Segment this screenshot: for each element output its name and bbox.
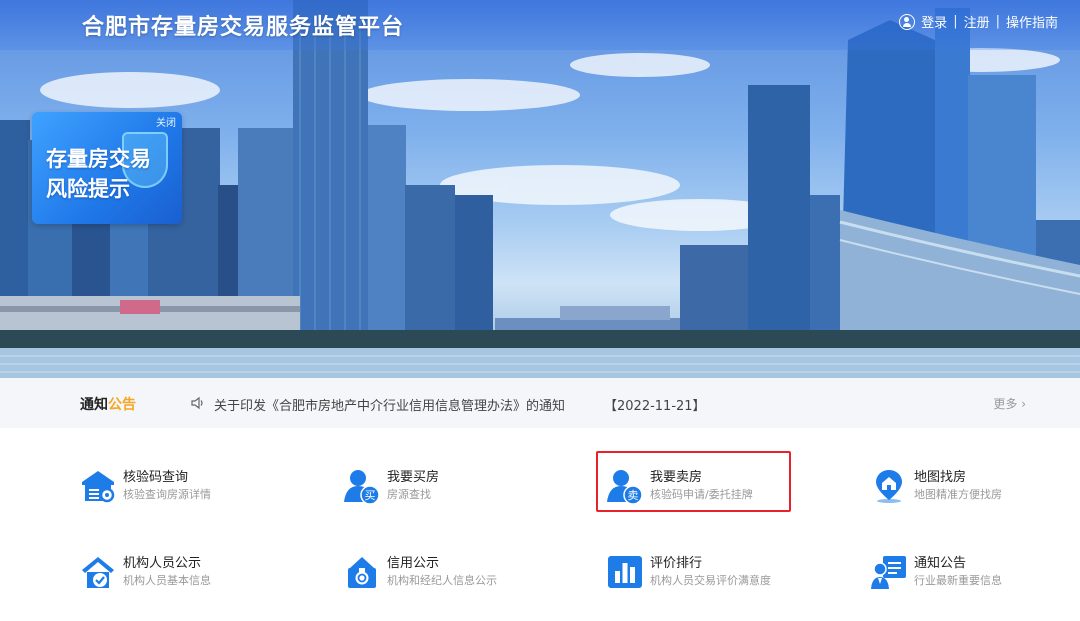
- site-title: 合肥市存量房交易服务监管平台: [82, 15, 405, 40]
- risk-warning-popup[interactable]: 关闭 存量房交易 风险提示: [32, 112, 182, 224]
- notice-heading-main: 通知: [80, 397, 108, 413]
- service-verify-code-query[interactable]: 核验码查询 核验查询房源详情: [80, 464, 280, 514]
- house-search-icon: [82, 471, 115, 503]
- service-desc: 地图精准方便找房: [914, 488, 1002, 501]
- buy-badge: 买: [365, 489, 376, 502]
- service-map-search[interactable]: 地图找房 地图精准方便找房: [871, 464, 1071, 514]
- notice-board-icon: [871, 556, 906, 589]
- register-link[interactable]: 注册: [964, 12, 990, 31]
- sell-badge: 卖: [628, 489, 639, 502]
- service-buy-house[interactable]: 买 我要买房 房源查找: [344, 464, 544, 514]
- service-name: 我要卖房: [650, 470, 703, 485]
- login-link[interactable]: 登录: [921, 12, 947, 31]
- user-links: 登录 | 注册 | 操作指南: [899, 12, 1058, 31]
- map-pin-icon: [876, 470, 902, 503]
- sell-user-icon: 卖: [607, 470, 643, 504]
- service-sell-house[interactable]: 卖 我要卖房 核验码申请/委托挂牌: [607, 464, 807, 514]
- service-agency-staff-publicity[interactable]: 机构人员公示 机构人员基本信息: [80, 550, 280, 600]
- buy-user-icon: 买: [344, 470, 380, 504]
- more-link[interactable]: 更多 ›: [993, 395, 1026, 412]
- service-desc: 房源查找: [387, 488, 431, 501]
- user-icon: [899, 13, 916, 30]
- service-name: 评价排行: [650, 556, 703, 571]
- notice-link[interactable]: 关于印发《合肥市房地产中介行业信用信息管理办法》的通知: [214, 395, 565, 414]
- notice-heading: 通知公告: [80, 394, 136, 414]
- separator: |: [953, 14, 958, 29]
- service-credit-publicity[interactable]: 信用公示 机构和经纪人信息公示: [344, 550, 544, 600]
- service-rating-ranking[interactable]: 评价排行 机构人员交易评价满意度: [607, 550, 807, 600]
- risk-popup-line2: 风险提示: [46, 177, 130, 201]
- service-desc: 机构人员基本信息: [123, 574, 211, 587]
- service-name: 机构人员公示: [123, 556, 202, 571]
- service-desc: 核验查询房源详情: [123, 488, 211, 501]
- service-desc: 机构和经纪人信息公示: [387, 574, 497, 587]
- bar-chart-icon: [608, 556, 642, 588]
- notice-heading-accent: 公告: [108, 397, 136, 413]
- service-name: 地图找房: [914, 470, 967, 485]
- speaker-icon: [191, 396, 203, 410]
- risk-popup-close-button[interactable]: 关闭: [156, 114, 176, 129]
- service-desc: 核验码申请/委托挂牌: [650, 488, 753, 501]
- credit-medal-icon: [348, 557, 376, 588]
- risk-popup-text: 存量房交易 风险提示: [46, 144, 151, 204]
- service-desc: 行业最新重要信息: [914, 574, 1002, 587]
- guide-link[interactable]: 操作指南: [1006, 12, 1058, 31]
- house-check-icon: [82, 557, 114, 588]
- top-bar: 合肥市存量房交易服务监管平台 登录 | 注册 | 操作指南: [0, 0, 1080, 50]
- service-name: 核验码查询: [123, 470, 189, 485]
- service-name: 通知公告: [914, 556, 967, 571]
- separator: |: [995, 14, 1000, 29]
- notice-date: 【2022-11-21】: [604, 399, 706, 414]
- service-name: 我要买房: [387, 470, 440, 485]
- notice-bar: 通知公告 关于印发《合肥市房地产中介行业信用信息管理办法》的通知 【2022-1…: [0, 378, 1080, 428]
- hero-banner: 合肥市存量房交易服务监管平台 登录 | 注册 | 操作指南 关闭 存量房交易 风…: [0, 0, 1080, 378]
- service-desc: 机构人员交易评价满意度: [650, 574, 771, 587]
- service-name: 信用公示: [387, 556, 440, 571]
- service-notice-board[interactable]: 通知公告 行业最新重要信息: [871, 550, 1071, 600]
- risk-popup-line1: 存量房交易: [46, 147, 151, 171]
